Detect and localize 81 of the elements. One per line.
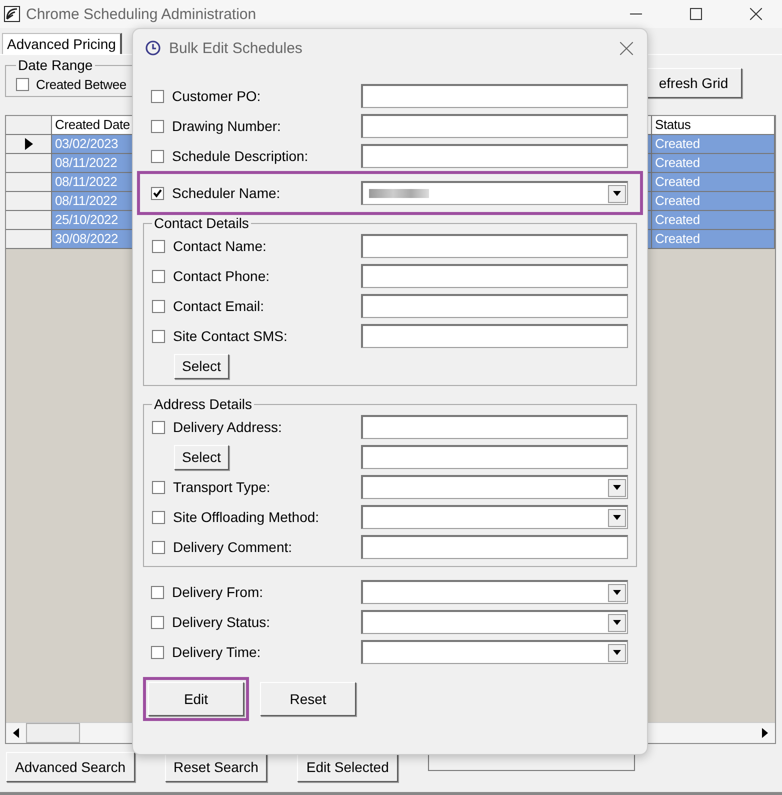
- group-title: Date Range: [17, 57, 94, 73]
- current-row-icon: [24, 138, 32, 150]
- checkbox[interactable]: [152, 480, 165, 494]
- checkbox-label: Created Betwee: [36, 77, 126, 92]
- dropdown[interactable]: [361, 610, 628, 634]
- checkbox[interactable]: [151, 150, 164, 162]
- dropdown[interactable]: [361, 181, 628, 205]
- toolbar-button[interactable]: Reset Search: [164, 752, 268, 782]
- checkbox[interactable]: [152, 270, 165, 282]
- app-icon: [4, 6, 20, 22]
- window-title: Chrome Scheduling Administration: [26, 6, 258, 22]
- group-title: Address Details: [153, 396, 254, 412]
- checkbox[interactable]: [152, 300, 165, 312]
- checkbox[interactable]: [152, 510, 165, 524]
- checkbox[interactable]: [151, 616, 164, 628]
- select-button[interactable]: Select: [174, 444, 229, 470]
- dialog-button[interactable]: Edit: [148, 682, 244, 716]
- checkbox[interactable]: [151, 586, 164, 598]
- input-field[interactable]: [361, 234, 628, 258]
- checkbox[interactable]: [152, 240, 165, 252]
- field-label: Delivery From:: [172, 584, 264, 600]
- select-button[interactable]: Select: [174, 354, 229, 378]
- field-label: Delivery Comment:: [173, 539, 292, 555]
- checkbox[interactable]: [151, 186, 164, 200]
- field-label: Contact Email:: [173, 298, 264, 314]
- caret-icon[interactable]: [613, 620, 621, 625]
- left-arrow-icon[interactable]: [13, 728, 19, 738]
- caret-icon[interactable]: [613, 650, 621, 655]
- checkbox[interactable]: [151, 646, 164, 658]
- table-cell: Created: [652, 135, 775, 154]
- toolbar-button[interactable]: Advanced Search: [6, 752, 135, 782]
- field-label: Site Offloading Method:: [173, 509, 320, 525]
- clock-icon: [145, 40, 161, 56]
- dialog-title: Bulk Edit Schedules: [169, 40, 304, 56]
- input-field[interactable]: [361, 264, 628, 288]
- tab[interactable]: Advanced Pricing: [2, 33, 122, 54]
- scroll-thumb[interactable]: [26, 723, 80, 743]
- toolbar-button[interactable]: Edit Selected: [297, 752, 398, 782]
- field-label: Contact Phone:: [173, 268, 270, 284]
- table-cell: Created: [652, 173, 775, 192]
- input-field[interactable]: [361, 84, 628, 108]
- field-label: Delivery Status:: [172, 614, 270, 630]
- close-icon[interactable]: [750, 8, 762, 20]
- refresh-grid-button[interactable]: efresh Grid: [645, 68, 742, 98]
- field-label: Transport Type:: [173, 479, 270, 495]
- dropdown[interactable]: [361, 505, 628, 529]
- table-cell: Created: [652, 211, 775, 230]
- checkbox[interactable]: [151, 120, 164, 132]
- column-header[interactable]: Status: [652, 116, 775, 135]
- dropdown[interactable]: [361, 475, 628, 499]
- caret-icon[interactable]: [613, 485, 621, 490]
- table-cell: Created: [652, 230, 775, 249]
- input-field[interactable]: [361, 324, 628, 348]
- input-field[interactable]: [361, 144, 628, 168]
- caret-icon[interactable]: [613, 515, 621, 520]
- checkbox[interactable]: [16, 78, 29, 91]
- input-field[interactable]: [361, 535, 628, 559]
- dropdown[interactable]: [361, 640, 628, 664]
- row-header[interactable]: [6, 135, 52, 154]
- caret-icon[interactable]: [613, 590, 621, 595]
- dialog-button[interactable]: Reset: [260, 682, 356, 716]
- checkbox[interactable]: [152, 330, 165, 342]
- field-label: Delivery Address:: [173, 419, 282, 435]
- right-arrow-icon[interactable]: [762, 728, 768, 738]
- group-title: Contact Details: [153, 215, 250, 231]
- table-cell: Created: [652, 192, 775, 211]
- input-field[interactable]: [361, 294, 628, 318]
- maximize-icon[interactable]: [690, 8, 702, 20]
- input-field[interactable]: [361, 445, 628, 469]
- checkbox[interactable]: [151, 90, 164, 102]
- field-label: Site Contact SMS:: [173, 328, 288, 344]
- dropdown[interactable]: [361, 580, 628, 604]
- close-icon[interactable]: [620, 42, 633, 54]
- input-field[interactable]: [361, 415, 628, 439]
- checkbox[interactable]: [152, 420, 165, 434]
- input-field[interactable]: [361, 114, 628, 138]
- field-label: Customer PO:: [172, 88, 261, 104]
- field-label: Delivery Time:: [172, 644, 261, 660]
- field-label: Drawing Number:: [172, 118, 281, 134]
- checkbox[interactable]: [152, 540, 165, 554]
- table-cell: Created: [652, 154, 775, 173]
